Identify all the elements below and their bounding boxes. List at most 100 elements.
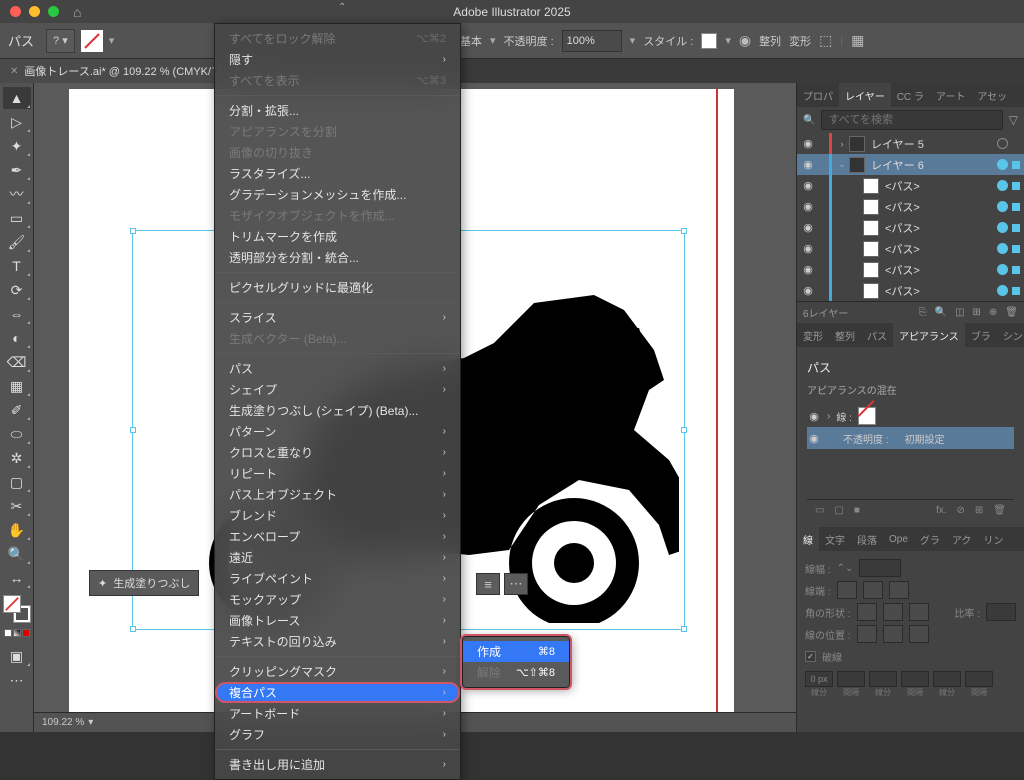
sublayer-icon[interactable]: ⊞	[973, 307, 981, 318]
visibility-icon[interactable]: ◉	[801, 137, 815, 150]
layer-name[interactable]: <パス>	[881, 241, 993, 257]
align-center[interactable]	[857, 625, 877, 643]
panel-tab[interactable]: 整列	[829, 323, 861, 347]
panel-tab[interactable]: アピアランス	[893, 323, 965, 347]
layer-name[interactable]: レイヤー 5	[867, 136, 993, 152]
layer-row[interactable]: ◉<パス>	[797, 196, 1024, 217]
layer-name[interactable]: <パス>	[881, 283, 993, 299]
recolor-icon[interactable]: ◉	[739, 32, 751, 49]
menu-item[interactable]: クロスと重なり›	[215, 442, 460, 463]
opacity-input[interactable]	[562, 30, 622, 52]
layer-row[interactable]: ◉ <パス>	[797, 238, 1024, 259]
zoom-level[interactable]: 109.22 %	[42, 717, 84, 728]
dash-input[interactable]	[933, 671, 961, 687]
panel-tab[interactable]: アセッ	[971, 83, 1013, 107]
help-dropdown[interactable]: ? ▾	[46, 29, 75, 53]
direct-selection-tool[interactable]: ▷	[3, 111, 31, 133]
layer-row[interactable]: ◉<パス>	[797, 217, 1024, 238]
panel-tab[interactable]: 変形	[797, 323, 829, 347]
edit-toolbar[interactable]: ⋯	[3, 669, 31, 691]
menu-item[interactable]: ピクセルグリッドに最適化	[215, 277, 460, 298]
fill-stroke-control[interactable]	[3, 595, 31, 623]
delete-icon[interactable]: 🗑	[993, 505, 1006, 516]
width-tool[interactable]: ⇔	[3, 303, 31, 325]
menu-item[interactable]: 生成塗りつぶし (シェイプ) (Beta)...	[215, 400, 460, 421]
curvature-tool[interactable]: 〰	[3, 183, 31, 205]
target-icon[interactable]	[997, 222, 1008, 233]
corner-round[interactable]	[883, 603, 903, 621]
ratio-input[interactable]	[986, 603, 1016, 621]
rotate-tool[interactable]: ⟳	[3, 279, 31, 301]
menu-item[interactable]: パターン›	[215, 421, 460, 442]
more-icon[interactable]: ⋯	[504, 573, 528, 595]
visibility-icon[interactable]: ◉	[801, 284, 815, 297]
layer-search-input[interactable]	[821, 110, 1002, 130]
target-icon[interactable]	[997, 243, 1008, 254]
visibility-icon[interactable]: ◉	[801, 263, 815, 276]
visibility-icon[interactable]: ◉	[801, 158, 815, 171]
visibility-icon[interactable]: ◉	[801, 242, 815, 255]
stroke-swatch[interactable]	[858, 407, 876, 425]
magic-wand-tool[interactable]: ✦	[3, 135, 31, 157]
duplicate-icon[interactable]: ⊞	[975, 505, 983, 516]
menu-item[interactable]: ライブペイント›	[215, 568, 460, 589]
style-swatch[interactable]	[701, 33, 717, 49]
panel-tab[interactable]: パス	[861, 323, 893, 347]
disclosure-icon[interactable]: ⌄	[837, 159, 847, 170]
dash-input[interactable]	[869, 671, 897, 687]
close-window[interactable]	[10, 6, 21, 17]
stepper-icon[interactable]: ⌃⌄	[837, 563, 854, 574]
menu-item[interactable]: 隠す›	[215, 49, 460, 70]
menu-item[interactable]: クリッピングマスク›	[215, 661, 460, 682]
selection-tool[interactable]: ▲	[3, 87, 31, 109]
cap-round[interactable]	[863, 581, 883, 599]
submenu-item[interactable]: 作成⌘8	[463, 641, 569, 662]
panel-tab[interactable]: 段落	[851, 527, 883, 551]
panel-tab[interactable]: グラ	[914, 527, 946, 551]
eraser-tool[interactable]: ⌫	[3, 351, 31, 373]
menu-item[interactable]: シェイプ›	[215, 379, 460, 400]
menu-item[interactable]: モックアップ›	[215, 589, 460, 610]
trace-icon[interactable]: ▦	[851, 32, 864, 49]
screen-mode[interactable]: ▣	[3, 645, 31, 667]
menu-item[interactable]: パス上オブジェクト›	[215, 484, 460, 505]
menu-item[interactable]: グラフ›	[215, 724, 460, 745]
panel-tab[interactable]: レイヤー	[839, 83, 891, 107]
target-icon[interactable]	[997, 201, 1008, 212]
visibility-icon[interactable]: ◉	[801, 221, 815, 234]
dash-input[interactable]	[805, 671, 833, 687]
eyedropper-tool[interactable]: ✐	[3, 399, 31, 421]
align-label[interactable]: 整列	[759, 33, 781, 49]
hand-tool[interactable]: ✋	[3, 519, 31, 541]
dash-input[interactable]	[901, 671, 929, 687]
fill-icon[interactable]: ■	[854, 505, 860, 516]
layer-name[interactable]: レイヤー 6	[867, 157, 993, 173]
isolate-icon[interactable]: ⬚	[819, 32, 832, 49]
blend-tool[interactable]: ⬭	[3, 423, 31, 445]
target-icon[interactable]	[997, 264, 1008, 275]
layer-row[interactable]: ◉<パス>	[797, 259, 1024, 280]
panel-tab[interactable]: ブラ	[965, 323, 997, 347]
fill-swatch[interactable]	[81, 30, 103, 52]
gradient-tool[interactable]: ▦	[3, 375, 31, 397]
dropdown-icon[interactable]: ▾	[725, 34, 731, 47]
delete-layer-icon[interactable]: 🗑	[1005, 307, 1018, 318]
menu-item[interactable]: アートボード›	[215, 703, 460, 724]
menu-item[interactable]: 透明部分を分割・統合...	[215, 247, 460, 268]
menu-item[interactable]: トリムマークを作成	[215, 226, 460, 247]
stroke-icon[interactable]: ▢	[834, 505, 843, 516]
rule-icon[interactable]: ▭	[815, 505, 824, 516]
shape-builder-tool[interactable]: ◐	[3, 327, 31, 349]
visibility-icon[interactable]: ◉	[801, 179, 815, 192]
menu-item[interactable]: エンベロープ›	[215, 526, 460, 547]
align-outside[interactable]	[909, 625, 929, 643]
artboard-tool[interactable]: ▢	[3, 471, 31, 493]
locate-icon[interactable]: ⎘	[919, 307, 927, 318]
layer-name[interactable]: <パス>	[881, 178, 993, 194]
corner-bevel[interactable]	[909, 603, 929, 621]
fill-dropdown-icon[interactable]: ▾	[109, 34, 115, 47]
stroke-width-input[interactable]	[859, 559, 901, 577]
layer-row[interactable]: ◉ <パス>	[797, 280, 1024, 301]
menu-item[interactable]: グラデーションメッシュを作成...	[215, 184, 460, 205]
menu-item[interactable]: 画像トレース›	[215, 610, 460, 631]
